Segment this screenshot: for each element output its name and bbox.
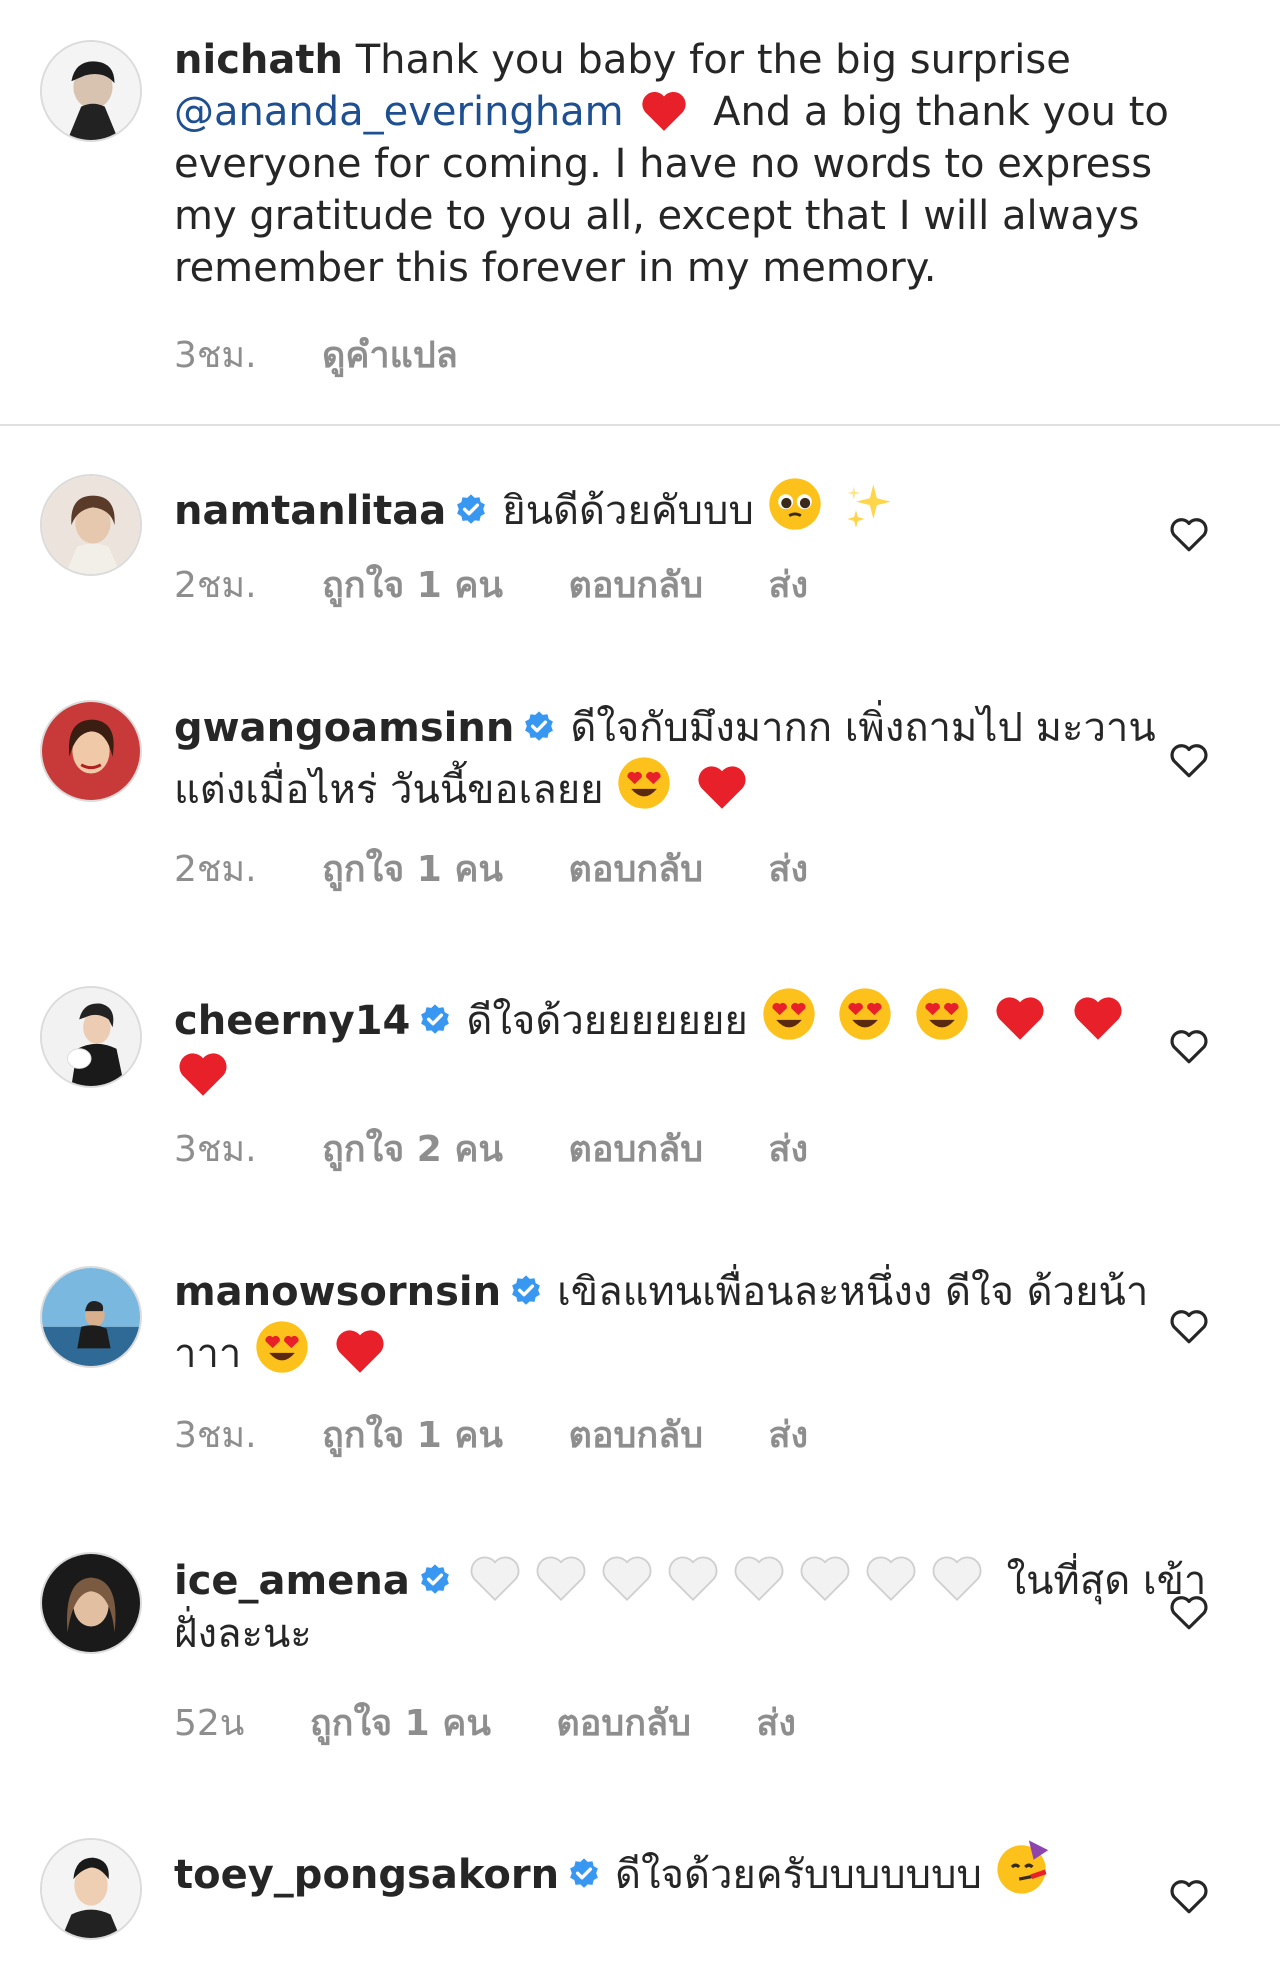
red-heart-icon xyxy=(1074,997,1122,1040)
verified-badge-icon xyxy=(421,1004,450,1034)
avatar[interactable] xyxy=(40,474,142,576)
heart-eyes-icon xyxy=(916,988,968,1040)
comment-time: 52น xyxy=(174,1703,245,1744)
like-heart-icon[interactable] xyxy=(1168,514,1210,554)
verified-badge-icon xyxy=(420,1564,449,1594)
white-heart-icon xyxy=(470,1556,520,1602)
comment-username[interactable]: gwangoamsinn xyxy=(174,705,514,751)
white-heart-icon xyxy=(800,1556,850,1602)
red-heart-icon xyxy=(642,92,687,131)
avatar[interactable] xyxy=(40,1266,142,1368)
white-heart-icon xyxy=(536,1556,586,1602)
mention-link[interactable]: @ananda_everingham xyxy=(174,89,624,135)
verified-badge-icon xyxy=(570,1858,598,1888)
heart-eyes-icon xyxy=(839,988,891,1040)
avatar[interactable] xyxy=(40,700,142,802)
red-heart-icon xyxy=(179,1053,227,1096)
like-heart-icon[interactable] xyxy=(1168,1592,1210,1632)
send-button[interactable]: ส่ง xyxy=(769,1129,809,1170)
likes-count-button[interactable]: ถูกใจ 2 คน xyxy=(322,1129,503,1170)
avatar[interactable] xyxy=(40,40,142,142)
comment-text: ดีใจด้วยยยยยยย xyxy=(466,998,748,1044)
comment-time: 2ชม. xyxy=(174,565,257,606)
heart-eyes-icon xyxy=(256,1321,308,1373)
pleading-face-icon xyxy=(768,478,821,530)
avatar[interactable] xyxy=(40,1552,142,1654)
reply-button[interactable]: ตอบกลับ xyxy=(556,1703,691,1744)
see-translation-button[interactable]: ดูคำแปล xyxy=(322,335,458,376)
comment-username[interactable]: toey_pongsakorn xyxy=(174,1852,559,1898)
send-button[interactable]: ส่ง xyxy=(756,1703,796,1744)
partying-face-icon xyxy=(996,1840,1048,1894)
send-button[interactable]: ส่ง xyxy=(769,1415,809,1456)
likes-count-button[interactable]: ถูกใจ 1 คน xyxy=(322,1415,503,1456)
white-heart-icon xyxy=(734,1556,784,1602)
red-heart-icon xyxy=(336,1330,384,1373)
comment-time: 3ชม. xyxy=(174,1415,257,1456)
post-caption: nichath Thank you baby for the big surpr… xyxy=(0,0,1280,426)
send-button[interactable]: ส่ง xyxy=(769,849,809,890)
verified-badge-icon xyxy=(457,494,486,524)
white-heart-icon xyxy=(668,1556,718,1602)
comment-username[interactable]: ice_amena xyxy=(174,1558,410,1604)
comment-text: ยินดีด้วยคับบบ xyxy=(502,488,754,534)
reply-button[interactable]: ตอบกลับ xyxy=(569,1129,704,1170)
like-heart-icon[interactable] xyxy=(1168,1876,1210,1916)
reply-button[interactable]: ตอบกลับ xyxy=(569,565,704,606)
send-button[interactable]: ส่ง xyxy=(769,565,809,606)
caption-time: 3ชม. xyxy=(174,335,257,376)
like-heart-icon[interactable] xyxy=(1168,740,1210,780)
comment-time: 3ชม. xyxy=(174,1129,257,1170)
comment-text: ดีใจด้วยครับบบบบบบ xyxy=(615,1852,982,1898)
reply-button[interactable]: ตอบกลับ xyxy=(569,849,704,890)
avatar[interactable] xyxy=(40,986,142,1088)
comment-username[interactable]: manowsornsin xyxy=(174,1269,501,1315)
comment-time: 2ชม. xyxy=(174,849,257,890)
caption-text-part1: Thank you baby for the big surprise xyxy=(355,37,1071,83)
white-heart-icon xyxy=(866,1556,916,1602)
like-heart-icon[interactable] xyxy=(1168,1306,1210,1346)
like-heart-icon[interactable] xyxy=(1168,1026,1210,1066)
likes-count-button[interactable]: ถูกใจ 1 คน xyxy=(322,849,503,890)
heart-eyes-icon xyxy=(618,757,670,809)
white-heart-icon xyxy=(932,1556,982,1602)
verified-badge-icon xyxy=(512,1275,540,1305)
comment-username[interactable]: cheerny14 xyxy=(174,998,410,1044)
heart-eyes-icon xyxy=(762,988,815,1040)
likes-count-button[interactable]: ถูกใจ 1 คน xyxy=(322,565,503,606)
red-heart-icon xyxy=(996,997,1044,1040)
avatar[interactable] xyxy=(40,1838,142,1940)
reply-button[interactable]: ตอบกลับ xyxy=(569,1415,704,1456)
caption-username[interactable]: nichath xyxy=(174,37,343,83)
sparkles-icon xyxy=(847,484,891,528)
likes-count-button[interactable]: ถูกใจ 1 คน xyxy=(310,1703,491,1744)
verified-badge-icon xyxy=(525,711,554,741)
red-heart-icon xyxy=(698,766,746,809)
white-heart-icon xyxy=(602,1556,652,1602)
comment-username[interactable]: namtanlitaa xyxy=(174,488,446,534)
